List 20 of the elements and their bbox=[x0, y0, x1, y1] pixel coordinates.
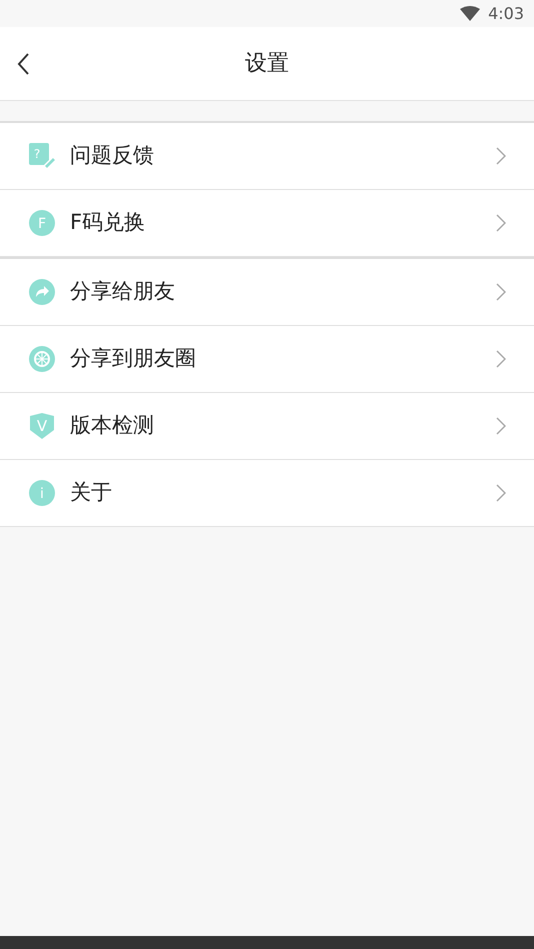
back-icon bbox=[16, 52, 30, 76]
settings-item[interactable]: i 关于 bbox=[0, 460, 534, 527]
info-circle-icon: F bbox=[28, 209, 56, 237]
wifi-icon bbox=[460, 6, 480, 21]
share-icon bbox=[28, 278, 56, 306]
camera-shutter-icon bbox=[28, 345, 56, 373]
settings-item[interactable]: V 版本检测 bbox=[0, 393, 534, 460]
page-title: 设置 bbox=[245, 50, 289, 78]
chevron-icon bbox=[496, 283, 506, 301]
settings-item[interactable]: 分享到朋友圈 bbox=[0, 326, 534, 393]
status-time: 4:03 bbox=[488, 2, 524, 24]
chevron-icon bbox=[496, 484, 506, 502]
chevron-icon bbox=[496, 147, 506, 165]
chevron-icon bbox=[496, 350, 506, 368]
shield-icon: V bbox=[28, 412, 56, 440]
info-circle-icon: i bbox=[28, 479, 56, 507]
settings-item[interactable]: ? 问题反馈 bbox=[0, 123, 534, 190]
settings-item[interactable]: 分享给朋友 bbox=[0, 259, 534, 326]
chevron-icon bbox=[496, 417, 506, 435]
chevron-icon bbox=[496, 214, 506, 232]
